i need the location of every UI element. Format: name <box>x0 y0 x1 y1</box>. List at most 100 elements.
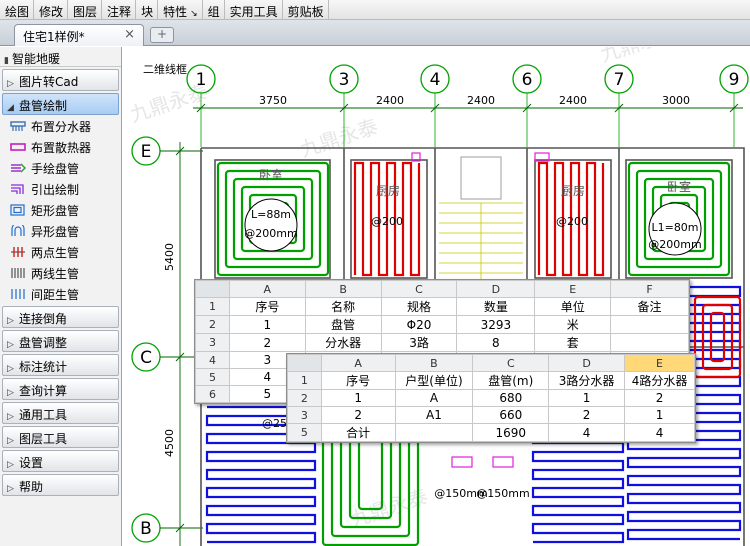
close-icon[interactable]: × <box>124 27 135 42</box>
menu-utilities[interactable]: 实用工具 <box>225 0 283 20</box>
table-cell[interactable]: 2 <box>320 406 396 424</box>
table-cell[interactable]: 规格 <box>380 297 458 316</box>
room-label: 厨房 <box>561 183 585 198</box>
table-cell[interactable]: 盘管 <box>304 315 382 334</box>
table-cell[interactable]: 1 <box>320 389 396 407</box>
table-cell[interactable]: A <box>394 389 474 407</box>
table-cell[interactable]: 序号 <box>228 297 306 316</box>
table-cell[interactable]: 3路 <box>380 333 458 352</box>
menu-annotation[interactable]: 注释 <box>102 0 137 20</box>
section-connect-fillet[interactable]: ▷ 连接倒角 <box>2 306 119 328</box>
table-cell[interactable]: 2 <box>548 406 626 424</box>
sidebar-item-irregular-coil[interactable]: 异形盘管 <box>0 220 121 241</box>
sidebar-item-rect-coil[interactable]: 矩形盘管 <box>0 199 121 220</box>
expand-arrow-icon[interactable]: ↘ <box>190 9 198 19</box>
table-cell[interactable]: 1690 <box>472 423 550 442</box>
sidebar-item-two-line-pipe[interactable]: 两线生管 <box>0 262 121 283</box>
menu-clipboard[interactable]: 剪贴板 <box>283 0 329 20</box>
table-cell[interactable]: Φ20 <box>380 315 458 334</box>
table-cell[interactable]: 1 <box>624 406 695 424</box>
coil-bath-right[interactable] <box>693 295 742 379</box>
sidebar-item-hand-draw-coil[interactable]: 手绘盘管 <box>0 157 121 178</box>
section-annotation-stats[interactable]: ▷ 标注统计 <box>2 354 119 376</box>
sidebar-item-place-radiator[interactable]: 布置散热器 <box>0 136 121 157</box>
new-tab-button[interactable]: + <box>150 27 174 43</box>
section-settings[interactable]: ▷ 设置 <box>2 450 119 472</box>
unit-stats-table-window[interactable]: A B C D E 1 序号 户型(单位) 盘管(m) 3路分水器 4路分水器 … <box>286 353 696 443</box>
table-cell[interactable]: 2 <box>228 333 306 352</box>
corner-cell[interactable] <box>287 354 322 372</box>
sidebar-item-place-manifold[interactable]: 布置分水器 <box>0 115 121 136</box>
sidebar-item-two-point-pipe[interactable]: 两点生管 <box>0 241 121 262</box>
menu-layer[interactable]: 图层 <box>68 0 103 20</box>
row-header[interactable]: 5 <box>287 423 322 442</box>
section-coil-drawing[interactable]: ◢ 盘管绘制 <box>2 93 119 115</box>
column-header[interactable]: E <box>534 280 612 298</box>
sidebar-item-spacing-pipe[interactable]: 间距生管 <box>0 283 121 304</box>
table-cell[interactable]: 1 <box>548 389 626 407</box>
column-header[interactable]: A <box>228 280 306 298</box>
menu-modify[interactable]: 修改 <box>34 0 69 20</box>
table-cell[interactable]: 套 <box>534 333 612 352</box>
menu-draw[interactable]: 绘图 <box>0 0 35 20</box>
table-cell[interactable]: 名称 <box>304 297 382 316</box>
table-cell[interactable]: 660 <box>472 406 550 424</box>
column-header-selected[interactable]: E <box>624 354 695 372</box>
table-cell[interactable]: 3293 <box>456 315 536 334</box>
table-cell[interactable]: 盘管(m) <box>472 371 550 390</box>
table-cell[interactable]: 680 <box>472 389 550 407</box>
table-cell[interactable] <box>610 333 689 352</box>
row-header[interactable]: 2 <box>287 389 322 407</box>
table-cell[interactable]: 1 <box>228 315 306 334</box>
column-header[interactable]: D <box>456 280 536 298</box>
section-general-tools[interactable]: ▷ 通用工具 <box>2 402 119 424</box>
table-cell[interactable] <box>610 315 689 334</box>
row-header[interactable]: 5 <box>195 368 230 386</box>
menu-group[interactable]: 组 <box>203 0 225 20</box>
table-cell[interactable]: 合计 <box>320 423 396 442</box>
row-header[interactable]: 6 <box>195 385 230 403</box>
row-header[interactable]: 1 <box>287 371 322 390</box>
table-cell[interactable]: 米 <box>534 315 612 334</box>
sidebar-item-lead-out-draw[interactable]: 引出绘制 <box>0 178 121 199</box>
menu-block[interactable]: 块 <box>136 0 159 20</box>
dimension-text: 2400 <box>376 94 404 107</box>
table-cell[interactable]: 序号 <box>320 371 396 390</box>
table-cell[interactable]: 分水器 <box>304 333 382 352</box>
row-header[interactable]: 4 <box>195 351 230 369</box>
column-header[interactable]: B <box>304 280 382 298</box>
table-cell[interactable]: A1 <box>394 406 474 424</box>
column-header[interactable]: B <box>394 354 474 372</box>
section-image-to-cad[interactable]: ▷ 图片转Cad <box>2 69 119 91</box>
table-cell[interactable]: 4 <box>548 423 626 442</box>
table-cell[interactable]: 4 <box>624 423 695 442</box>
table-cell[interactable]: 备注 <box>610 297 689 316</box>
section-help[interactable]: ▷ 帮助 <box>2 474 119 496</box>
row-header[interactable]: 3 <box>287 406 322 424</box>
table-cell[interactable]: 户型(单位) <box>394 371 474 390</box>
column-header[interactable]: C <box>380 280 458 298</box>
section-coil-adjust[interactable]: ▷ 盘管调整 <box>2 330 119 352</box>
column-header[interactable]: C <box>472 354 550 372</box>
table-cell[interactable] <box>394 423 474 442</box>
table-cell[interactable]: 2 <box>624 389 695 407</box>
section-layer-tools[interactable]: ▷ 图层工具 <box>2 426 119 448</box>
row-header[interactable]: 3 <box>195 333 230 352</box>
tab-document[interactable]: 住宅1样例* × <box>14 24 144 46</box>
column-header[interactable]: D <box>548 354 626 372</box>
table-cell[interactable]: 4路分水器 <box>624 371 695 390</box>
column-header[interactable]: F <box>610 280 689 298</box>
column-header[interactable]: A <box>320 354 396 372</box>
table-cell[interactable]: 8 <box>456 333 536 352</box>
drawing-canvas[interactable]: 九鼎永泰 九鼎永泰 九鼎永泰 九鼎永泰 二维线框 1 3 4 6 7 9 <box>123 47 750 546</box>
table-cell[interactable]: 单位 <box>534 297 612 316</box>
coil-bath-right[interactable] <box>709 311 726 363</box>
row-header[interactable]: 1 <box>195 297 230 316</box>
menu-properties[interactable]: 特性 ↘ <box>158 0 203 20</box>
table-cell[interactable]: 数量 <box>456 297 536 316</box>
table-cell[interactable]: 3路分水器 <box>548 371 626 390</box>
row-header[interactable]: 2 <box>195 315 230 334</box>
section-query-calc[interactable]: ▷ 查询计算 <box>2 378 119 400</box>
viewport-label[interactable]: 二维线框 <box>143 62 187 76</box>
corner-cell[interactable] <box>195 280 230 298</box>
